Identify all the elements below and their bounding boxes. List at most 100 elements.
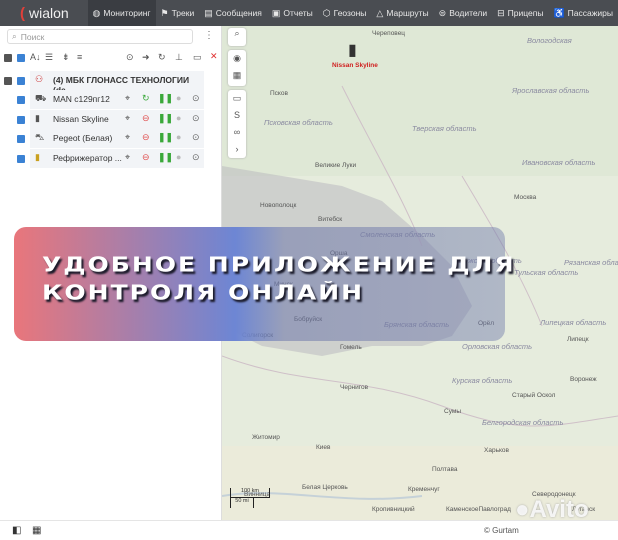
nav-trailers[interactable]: ⊟ Прицепы [492, 0, 548, 26]
unit-checkbox[interactable] [17, 135, 25, 143]
region-label: Ивановская область [522, 158, 596, 167]
city-label: Воронеж [570, 376, 597, 383]
copyright: © Gurtam [484, 526, 519, 535]
map-search-button[interactable]: ⌕ [228, 28, 246, 46]
unit-row[interactable]: ▮ Рефрижератор ... ⌖ ⊖ ❚❚ ● ⊙ [0, 148, 210, 168]
unit-row[interactable]: ⛍ Pegeot (Белая) ⌖ ⊖ ❚❚ ● ⊙ [0, 129, 210, 148]
nav-drivers[interactable]: ⊜ Водители [434, 0, 492, 26]
close-icon[interactable]: ✕ [210, 51, 218, 62]
city-label: КаменскоеПавлоград [446, 506, 511, 513]
banner-line-1: УДОБНОЕ ПРИЛОЖЕНИЕ ДЛЯ [42, 253, 516, 277]
stopped-status-icon[interactable]: ⊖ [142, 152, 150, 163]
dot-icon: ● [176, 151, 182, 162]
region-label: Тверская область [412, 124, 477, 133]
trailer-icon: ⊟ [497, 7, 505, 18]
nav-tracks[interactable]: ⚑ Треки [156, 0, 200, 26]
trailer-icon[interactable]: ▭ [193, 52, 202, 63]
unit-checkbox[interactable] [17, 154, 25, 163]
locate-icon[interactable]: ⌖ [125, 113, 130, 124]
commands-icon[interactable]: ⊙ [192, 113, 200, 124]
locate-icon[interactable]: ⌖ [125, 152, 130, 163]
unit-row[interactable]: ▮ Nissan Skyline ⌖ ⊖ ❚❚ ● ⊙ [0, 109, 210, 129]
search-input[interactable]: ⌕ Поиск [7, 29, 193, 44]
collapse-group-button[interactable] [4, 77, 12, 85]
region-label: Орловская область [462, 342, 533, 351]
driver-icon: ⊜ [438, 7, 447, 18]
nav-passengers[interactable]: ♿ Пассажиры [548, 0, 618, 26]
collapse-all-button[interactable] [4, 54, 12, 62]
vehicle-icon: ▮ [35, 112, 40, 123]
add-icon[interactable]: ⇟ [62, 52, 70, 63]
nodes-icon[interactable]: ∞ [228, 124, 246, 141]
city-label: Псков [270, 90, 288, 97]
city-label: Витебск [318, 216, 343, 223]
stopped-status-icon[interactable]: ⊖ [142, 113, 150, 124]
more-icon[interactable]: ⋮ [204, 30, 214, 41]
region-label: Курская область [452, 376, 513, 385]
nav-messages[interactable]: ▤ Сообщения [199, 0, 267, 26]
panel-toggle-icon[interactable]: ◧ [12, 525, 21, 536]
group-checkbox[interactable] [17, 77, 25, 85]
car-marker-icon[interactable]: ▮ [348, 40, 357, 60]
dot-icon: ● [176, 132, 182, 142]
city-label: Старый Оскол [512, 392, 556, 399]
search-icon: ⌕ [234, 28, 240, 38]
city-label: Полтава [432, 466, 458, 473]
region-label: Белгородская область [482, 418, 564, 427]
signal-icon[interactable]: ❚❚ [158, 113, 173, 124]
vehicle-icon: ⛍ [35, 132, 45, 142]
route-icon[interactable]: S [228, 107, 246, 124]
ruler-icon[interactable]: ▭ [228, 90, 246, 107]
nav-routes[interactable]: △ Маршруты [371, 0, 433, 26]
commands-icon[interactable]: ⊙ [192, 93, 200, 104]
locate-icon[interactable]: ⌖ [125, 132, 130, 143]
city-label: Череповец [372, 30, 406, 37]
unit-map-label: Nissan Skyline [332, 62, 378, 69]
city-label: Новополоцк [260, 202, 297, 209]
stopped-status-icon[interactable]: ⊖ [142, 132, 150, 143]
region-label: Ярославская область [512, 86, 590, 95]
select-all-checkbox[interactable] [17, 54, 25, 62]
nav-monitoring[interactable]: ◍ Мониторинг [87, 0, 156, 26]
eye-icon[interactable]: ◉ [228, 50, 246, 67]
passenger-icon: ♿ [553, 7, 565, 18]
unit-checkbox[interactable] [17, 115, 25, 124]
flag-icon: ⚑ [160, 7, 169, 18]
city-label: Чернигов [340, 384, 369, 391]
chevron-right-icon[interactable]: › [228, 141, 246, 158]
sort-list-icon[interactable]: ☰ [45, 52, 53, 63]
signal-icon[interactable]: ❚❚ [158, 152, 173, 163]
globe-icon: ◍ [92, 7, 101, 18]
map-icon[interactable]: ▦ [228, 67, 246, 84]
unit-row[interactable]: ⛟ MAN с129пг12 ⌖ ↻ ❚❚ ● ⊙ [0, 90, 210, 109]
connection-icon[interactable]: ↻ [158, 52, 166, 63]
locate-icon[interactable]: ⌖ [125, 93, 130, 104]
city-label: Белая Церковь [302, 484, 348, 491]
commands-icon[interactable]: ⊙ [192, 152, 200, 163]
commands-icon[interactable]: ⊙ [192, 132, 200, 143]
grid-icon[interactable]: ▦ [32, 525, 41, 536]
region-label: Вологодская [527, 36, 572, 45]
region-label: Псковская область [264, 118, 333, 127]
signal-icon[interactable]: ❚❚ [158, 93, 173, 104]
locate-icon[interactable]: ⊙ [126, 52, 134, 63]
map-tools-group: ▭ S ∞ › [228, 90, 246, 158]
arrow-icon[interactable]: ➜ [142, 52, 150, 63]
vehicle-icon: ▮ [35, 151, 40, 162]
moving-status-icon[interactable]: ↻ [142, 93, 150, 104]
sort-az-icon[interactable]: A↓ [30, 52, 41, 62]
map-scale: 100 km 50 mi [230, 488, 270, 516]
all-icon[interactable]: ≡ [77, 52, 82, 62]
unit-checkbox[interactable] [17, 96, 25, 104]
group-row[interactable]: ⚇ (4) МБК ГЛОНАСС ТЕХНОЛОГИИ (de... [0, 71, 210, 95]
city-label: Житомир [252, 434, 280, 441]
nav-geofences[interactable]: ⬡ Геозоны [318, 0, 372, 26]
search-icon: ⌕ [12, 31, 17, 41]
wialon-logo[interactable]: (wialon [0, 5, 88, 22]
nav-reports[interactable]: ▣ Отчеты [267, 0, 318, 26]
vehicle-icon: ⛟ [35, 93, 47, 103]
city-label: Сумы [444, 408, 462, 415]
signal-icon[interactable]: ❚❚ [158, 132, 173, 143]
driver-icon[interactable]: ⊥ [175, 52, 183, 63]
list-toolbar: A↓ ☰ ⇟ ≡ ⊙ ➜ ↻ ⊥ ▭ ✕ [0, 48, 222, 68]
